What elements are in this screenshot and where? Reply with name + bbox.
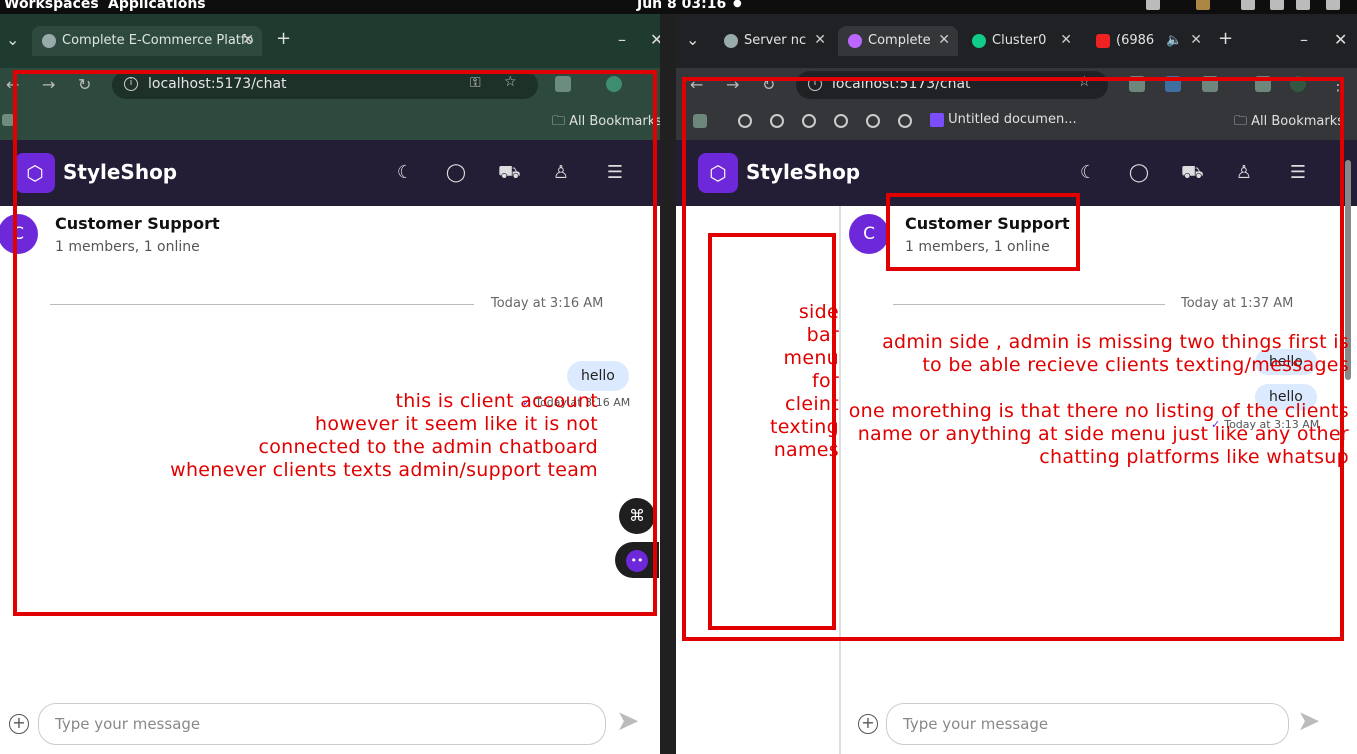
tab-cluster[interactable]: Cluster0 ✕ — [962, 26, 1080, 56]
bluetooth-icon[interactable] — [1270, 0, 1284, 10]
close-tab-icon[interactable]: ✕ — [938, 32, 950, 48]
tab-search-button[interactable]: ⌄ — [686, 30, 699, 49]
new-tab-button[interactable]: + — [276, 28, 291, 49]
message-input[interactable]: Type your message — [886, 703, 1289, 745]
status-dot: ● — [733, 0, 742, 9]
tab-complete[interactable]: Complete ✕ — [838, 26, 958, 56]
annotation-client-note: this is client account however it seem l… — [170, 390, 598, 481]
annotation-admin-note: admin side , admin is missing two things… — [848, 331, 1349, 468]
tab-ecommerce[interactable]: Complete E-Commerce Platfo ✕ — [32, 26, 262, 56]
close-tab-icon[interactable]: ✕ — [814, 32, 826, 48]
message-input[interactable]: Type your message — [38, 703, 606, 745]
send-icon[interactable]: ➤ — [616, 704, 639, 737]
display-icon[interactable] — [1146, 0, 1160, 10]
tab-youtube[interactable]: (6986 🔈 ✕ — [1086, 26, 1210, 56]
minimize-button[interactable]: – — [618, 30, 626, 49]
tab-strip: ⌄ Complete E-Commerce Platfo ✕ + – ✕ — [0, 14, 660, 68]
volume-icon[interactable] — [1296, 0, 1310, 10]
leaf-icon — [972, 34, 986, 48]
annotation-sidebar-note: side bar menu for cleint texting names — [770, 301, 839, 461]
tab-title: Complete E-Commerce Platfo — [62, 33, 254, 48]
globe-icon — [42, 34, 56, 48]
wifi-icon[interactable] — [1241, 0, 1255, 10]
send-icon[interactable]: ➤ — [1297, 704, 1320, 737]
tab-search-button[interactable]: ⌄ — [6, 30, 19, 49]
vite-icon — [848, 34, 862, 48]
attach-plus-icon[interactable]: + — [9, 714, 29, 734]
server-icon — [724, 34, 738, 48]
window-divider — [660, 14, 676, 754]
close-tab-icon[interactable]: ✕ — [1060, 32, 1072, 48]
minimize-button[interactable]: – — [1300, 30, 1308, 49]
app-tray-icon[interactable] — [1196, 0, 1210, 10]
annotation-box-client — [13, 70, 657, 616]
battery-icon[interactable] — [1326, 0, 1340, 10]
clock[interactable]: Jun 8 03:16 — [637, 0, 726, 12]
close-window-button[interactable]: ✕ — [650, 30, 660, 49]
os-top-bar: Workspaces Applications Jun 8 03:16 ● — [0, 0, 1357, 14]
close-tab-icon[interactable]: ✕ — [1190, 32, 1202, 48]
close-tab-icon[interactable]: ✕ — [242, 32, 254, 48]
new-tab-button[interactable]: + — [1218, 28, 1233, 49]
annotation-box-chat-header — [886, 193, 1080, 271]
workspaces-menu[interactable]: Workspaces — [4, 0, 99, 12]
youtube-icon — [1096, 34, 1110, 48]
attach-plus-icon[interactable]: + — [858, 714, 878, 734]
tab-server[interactable]: Server nc ✕ — [714, 26, 834, 56]
speaker-icon[interactable]: 🔈 — [1166, 33, 1182, 48]
tab-strip: ⌄ Server nc ✕ Complete ✕ Cluster0 ✕ (698… — [676, 14, 1357, 68]
applications-menu[interactable]: Applications — [108, 0, 206, 12]
close-window-button[interactable]: ✕ — [1334, 30, 1347, 49]
